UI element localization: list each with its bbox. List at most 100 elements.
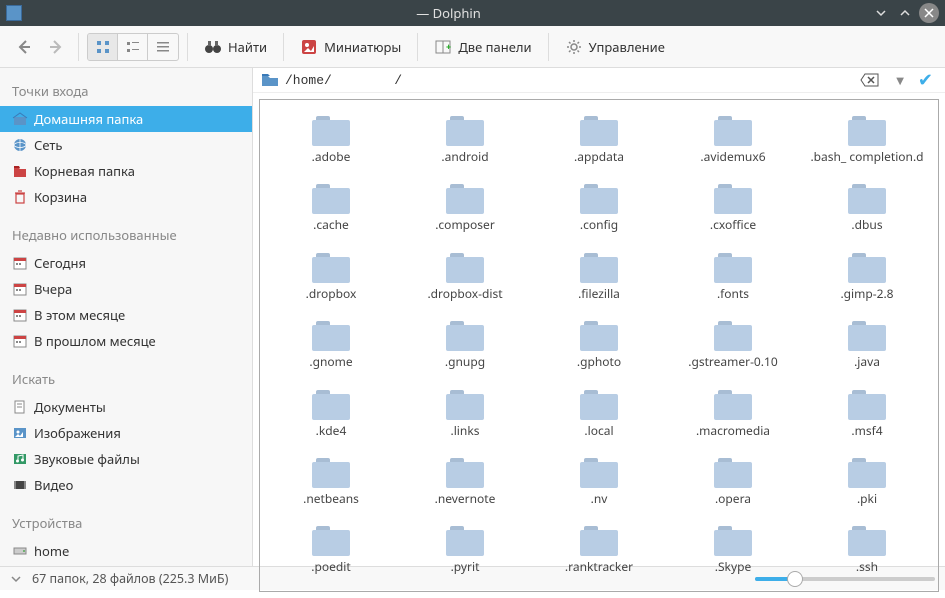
sidebar-item[interactable]: Корзина bbox=[0, 184, 252, 210]
folder-item[interactable]: .gstreamer-0.10 bbox=[668, 315, 798, 375]
path-text[interactable]: /home/ / bbox=[285, 73, 848, 88]
chevron-up-icon bbox=[898, 6, 912, 20]
sidebar-item[interactable]: Сеть bbox=[0, 132, 252, 158]
view-compact-button[interactable] bbox=[118, 34, 148, 60]
sidebar-section-title: Недавно использованные bbox=[0, 220, 252, 250]
maximize-button[interactable] bbox=[895, 3, 915, 23]
folder-item[interactable]: .dbus bbox=[802, 178, 932, 238]
sidebar-item[interactable]: В прошлом месяце bbox=[0, 328, 252, 354]
sidebar-item[interactable]: Корневая папка bbox=[0, 158, 252, 184]
folder-item[interactable]: .nv bbox=[534, 452, 664, 512]
sidebar-item[interactable]: Вчера bbox=[0, 276, 252, 302]
file-view[interactable]: .adobe.android.appdata .avidemux6 .bash_ c… bbox=[259, 99, 939, 592]
folder-icon bbox=[714, 458, 752, 488]
forward-button[interactable] bbox=[42, 33, 70, 61]
folder-item[interactable]: .ranktracker bbox=[534, 520, 664, 580]
folder-item[interactable]: .Skype bbox=[668, 520, 798, 580]
split-button[interactable]: + Две панели bbox=[426, 34, 539, 60]
folder-item[interactable]: .links bbox=[400, 384, 530, 444]
folder-icon bbox=[580, 458, 618, 488]
folder-item[interactable]: .avidemux6 bbox=[668, 110, 798, 170]
view-details-button[interactable] bbox=[148, 34, 178, 60]
folder-item[interactable]: .pki bbox=[802, 452, 932, 512]
view-mode-group bbox=[87, 33, 179, 61]
folder-name: .nevernote bbox=[435, 492, 496, 506]
sidebar-item[interactable]: Документы bbox=[0, 394, 252, 420]
folder-name: .dbus bbox=[851, 218, 882, 232]
folder-item[interactable]: .bash_ completion.d bbox=[802, 110, 932, 170]
folder-item[interactable]: .gnupg bbox=[400, 315, 530, 375]
folder-icon bbox=[580, 184, 618, 214]
folder-name: .ranktracker bbox=[565, 560, 633, 574]
sidebar-item[interactable]: home bbox=[0, 538, 252, 564]
confirm-path-button[interactable]: ✔ bbox=[914, 68, 937, 92]
folder-icon bbox=[580, 390, 618, 420]
clear-path-button[interactable] bbox=[854, 71, 886, 89]
split-icon: + bbox=[434, 38, 452, 56]
folder-name: .Skype bbox=[715, 560, 751, 574]
folder-item[interactable]: .gimp-2.8 bbox=[802, 247, 932, 307]
folder-item[interactable]: .fonts bbox=[668, 247, 798, 307]
folder-item[interactable]: .gphoto bbox=[534, 315, 664, 375]
content-area: /home/ / ▼ ✔ .adobe.android.appdata .avid… bbox=[253, 68, 945, 566]
thumbnails-button[interactable]: Миниатюры bbox=[292, 34, 409, 60]
compact-icon bbox=[125, 39, 141, 55]
folder-item[interactable]: .netbeans bbox=[266, 452, 396, 512]
folder-name: .pyrit bbox=[451, 560, 480, 574]
sidebar-item-label: Звуковые файлы bbox=[34, 450, 140, 468]
folder-icon bbox=[312, 321, 350, 351]
sidebar-item[interactable]: Сегодня bbox=[0, 250, 252, 276]
folder-item[interactable]: .msf4 bbox=[802, 384, 932, 444]
zoom-handle[interactable] bbox=[787, 571, 803, 587]
sidebar-item-label: В этом месяце bbox=[34, 306, 125, 324]
folder-item[interactable]: .nevernote bbox=[400, 452, 530, 512]
folder-item[interactable]: .dropbox bbox=[266, 247, 396, 307]
folder-icon bbox=[714, 116, 752, 146]
folder-item[interactable]: .adobe bbox=[266, 110, 396, 170]
folder-item[interactable]: .dropbox-dist bbox=[400, 247, 530, 307]
view-icons-button[interactable] bbox=[88, 34, 118, 60]
folder-item[interactable]: .pyrit bbox=[400, 520, 530, 580]
folder-name: .fonts bbox=[717, 287, 749, 301]
toggle-sidebar-button[interactable] bbox=[10, 573, 22, 585]
folder-item[interactable]: .java bbox=[802, 315, 932, 375]
folder-item[interactable]: .appdata bbox=[534, 110, 664, 170]
sidebar-item[interactable]: В этом месяце bbox=[0, 302, 252, 328]
control-button[interactable]: Управление bbox=[557, 34, 673, 60]
folder-item[interactable]: .macromedia bbox=[668, 384, 798, 444]
calendar-icon bbox=[12, 333, 28, 349]
root-icon bbox=[12, 163, 28, 179]
close-button[interactable] bbox=[919, 3, 939, 23]
folder-item[interactable]: .kde4 bbox=[266, 384, 396, 444]
folder-name: .dropbox bbox=[306, 287, 357, 301]
sidebar-item-label: Видео bbox=[34, 476, 73, 494]
back-button[interactable] bbox=[10, 33, 38, 61]
sidebar-item[interactable]: Домашняя папка bbox=[0, 106, 252, 132]
sidebar-section-title: Точки входа bbox=[0, 76, 252, 106]
folder-item[interactable]: .cxoffice bbox=[668, 178, 798, 238]
minimize-button[interactable] bbox=[871, 3, 891, 23]
folder-item[interactable]: .filezilla bbox=[534, 247, 664, 307]
folder-item[interactable]: .cache bbox=[266, 178, 396, 238]
folder-name: .gphoto bbox=[577, 355, 621, 369]
folder-item[interactable]: .opera bbox=[668, 452, 798, 512]
folder-item[interactable]: .composer bbox=[400, 178, 530, 238]
folder-item[interactable]: .poedit bbox=[266, 520, 396, 580]
path-dropdown-button[interactable]: ▼ bbox=[892, 73, 908, 87]
find-button[interactable]: Найти bbox=[196, 34, 275, 60]
zoom-slider[interactable] bbox=[755, 577, 935, 581]
folder-item[interactable]: .config bbox=[534, 178, 664, 238]
sidebar-item[interactable]: Изображения bbox=[0, 420, 252, 446]
folder-icon bbox=[848, 184, 886, 214]
folder-icon bbox=[446, 526, 484, 556]
folder-name: .gnome bbox=[309, 355, 352, 369]
folder-item[interactable]: .ssh bbox=[802, 520, 932, 580]
svg-text:+: + bbox=[446, 40, 451, 53]
sidebar-item[interactable]: Звуковые файлы bbox=[0, 446, 252, 472]
folder-icon bbox=[312, 253, 350, 283]
folder-name: .avidemux6 bbox=[700, 150, 765, 164]
sidebar-item[interactable]: Видео bbox=[0, 472, 252, 498]
folder-item[interactable]: .android bbox=[400, 110, 530, 170]
folder-item[interactable]: .local bbox=[534, 384, 664, 444]
folder-item[interactable]: .gnome bbox=[266, 315, 396, 375]
